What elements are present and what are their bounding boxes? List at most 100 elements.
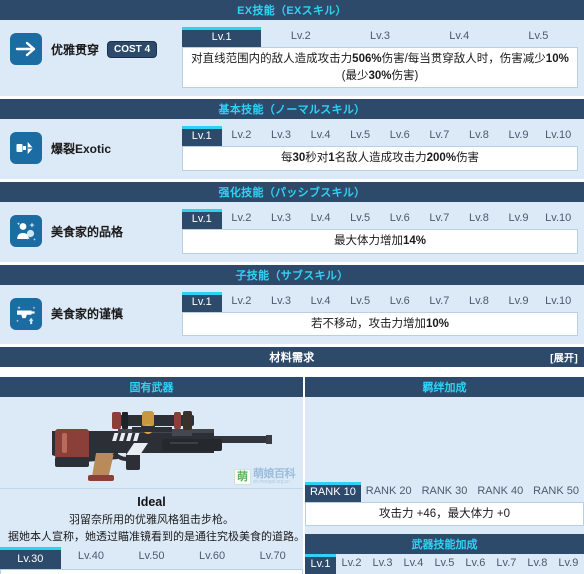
section-title-passive: 强化技能（パッシブスキル） — [218, 187, 366, 200]
level-tabs-sub: Lv.1 Lv.2 Lv.3 Lv.4 Lv.5 Lv.6 Lv.7 Lv.8 Lv.9 Lv.1… — [182, 291, 578, 312]
level-tab-passive-lv-2[interactable]: Lv.2 — [222, 209, 262, 229]
weapon-skill-tab-lv-4[interactable]: Lv.4 — [398, 554, 429, 574]
weapon-level-tab-lv-40[interactable]: Lv.40 — [61, 547, 122, 569]
level-tab-sub-lv-2[interactable]: Lv.2 — [222, 292, 262, 312]
level-tab-sub-lv-8[interactable]: Lv.8 — [459, 292, 499, 312]
weapon-skill-tab-lv-1[interactable]: Lv.1 — [305, 554, 336, 574]
bond-rank-tab-rank-20[interactable]: RANK 20 — [361, 482, 417, 502]
level-tab-passive-lv-1[interactable]: Lv.1 — [182, 209, 222, 230]
weapon-level-tab-lv-60[interactable]: Lv.60 — [182, 547, 243, 569]
level-tab-passive-lv-3[interactable]: Lv.3 — [261, 209, 301, 229]
section-title-ex: EX技能（EXスキル） — [237, 5, 347, 17]
skill-identity-passive: 美食家的品格 — [10, 209, 182, 248]
skill-name-sub: 美食家的谨慎 — [51, 307, 124, 322]
section-header-normal: 基本技能（ノーマルスキル） — [0, 99, 584, 120]
skill-identity-normal: 爆裂Exotic — [10, 126, 182, 165]
skill-row-ex: 优雅贯穿 COST 4 Lv.1 Lv.2 Lv.3 Lv.4 Lv.5 对直线范围内的敌人造… — [0, 20, 584, 97]
weapon-artwork: 萌 萌娘百科 zh.moegirl.org.cn — [0, 397, 303, 490]
material-section-header: 材料需求 [展开] — [0, 347, 584, 368]
weapon-description: 羽留奈所用的优雅风格狙击步枪。 据她本人宣称，她透过瞄准镜看到的是通往究极美食的… — [0, 512, 305, 546]
skill-name-normal: 爆裂Exotic — [51, 141, 112, 156]
level-tab-passive-lv-9[interactable]: Lv.9 — [499, 209, 539, 229]
material-title: 材料需求 — [269, 352, 315, 365]
skill-description-sub: 若不移动，攻击力增加10% — [182, 311, 578, 337]
weapon-column: 固有武器 萌 萌娘百科 zh.moegirl.org.cn Ideal 羽留奈所… — [0, 377, 305, 574]
watermark-url: zh.moegirl.org.cn — [253, 479, 290, 486]
level-tab-ex-lv-3[interactable]: Lv.3 — [340, 27, 419, 47]
skill-icon-wrapper-ex[interactable] — [10, 33, 42, 65]
level-tab-normal-lv-6[interactable]: Lv.6 — [380, 126, 420, 146]
level-tab-normal-lv-1[interactable]: Lv.1 — [182, 126, 222, 147]
section-header-sub: 子技能（サブスキル） — [0, 264, 584, 285]
level-tab-ex-lv-5[interactable]: Lv.5 — [499, 27, 578, 47]
weapon-skill-tab-lv-3[interactable]: Lv.3 — [367, 554, 398, 574]
level-tab-passive-lv-4[interactable]: Lv.4 — [301, 209, 341, 229]
section-title-sub: 子技能（サブスキル） — [235, 269, 349, 282]
level-tab-ex-lv-1[interactable]: Lv.1 — [182, 27, 262, 47]
weapon-level-tab-lv-50[interactable]: Lv.50 — [121, 547, 182, 569]
skill-description-passive: 最大体力增加14% — [182, 229, 578, 254]
level-tab-passive-lv-7[interactable]: Lv.7 — [420, 209, 460, 229]
bond-rank-tabs: RANK 10 RANK 20 RANK 30 RANK 40 RANK 50 — [305, 481, 584, 502]
skill-cost-badge: COST 4 — [107, 40, 158, 58]
level-tab-sub-lv-7[interactable]: Lv.7 — [420, 292, 460, 312]
weapon-skill-tab-lv-9[interactable]: Lv.9 — [553, 554, 584, 574]
pistol-up-icon — [16, 305, 36, 324]
weapon-description-line-1: 羽留奈所用的优雅风格狙击步枪。 — [69, 514, 234, 527]
skills-container: EX技能（EXスキル） 优雅贯穿 COST 4 Lv.1 Lv.2 Lv.3 Lv.4 Lv.… — [0, 0, 584, 348]
level-tab-normal-lv-7[interactable]: Lv.7 — [420, 126, 460, 146]
weapon-skill-header: 武器技能加成 — [305, 534, 584, 555]
bond-rank-tab-rank-30[interactable]: RANK 30 — [417, 482, 473, 502]
weapon-level-strip: Lv.30Lv.40Lv.50Lv.60Lv.70 攻击力 +599，最大体力 … — [0, 546, 303, 574]
weapon-level-tab-lv-70[interactable]: Lv.70 — [242, 547, 303, 569]
weapon-skill-title: 武器技能加成 — [411, 539, 478, 552]
level-tab-sub-lv-9[interactable]: Lv.9 — [499, 292, 539, 312]
weapon-skill-tab-lv-2[interactable]: Lv.2 — [336, 554, 367, 574]
skill-icon-wrapper-sub[interactable] — [10, 297, 42, 330]
skill-icon-wrapper-normal[interactable] — [10, 132, 42, 165]
level-tabs-passive: Lv.1 Lv.2 Lv.3 Lv.4 Lv.5 Lv.6 Lv.7 Lv.8 Lv.9 Lv.1… — [182, 209, 578, 230]
bond-rank-tab-rank-50[interactable]: RANK 50 — [528, 482, 584, 502]
skill-icon-wrapper-passive[interactable] — [10, 215, 42, 248]
weapon-skill-tab-lv-8[interactable]: Lv.8 — [522, 554, 553, 574]
level-tab-normal-lv-10[interactable]: Lv.10 — [538, 126, 578, 146]
level-tab-ex-lv-2[interactable]: Lv.2 — [261, 27, 340, 47]
weapon-level-tab-lv-30[interactable]: Lv.30 — [0, 546, 61, 569]
level-tab-normal-lv-2[interactable]: Lv.2 — [222, 126, 262, 146]
level-tab-passive-lv-8[interactable]: Lv.8 — [459, 209, 499, 229]
weapon-skill-tab-lv-7[interactable]: Lv.7 — [491, 554, 522, 574]
bond-rank-tab-rank-40[interactable]: RANK 40 — [472, 482, 528, 502]
weapon-description-line-2: 据她本人宣称，她透过瞄准镜看到的是通往究极美食的道路。 — [8, 531, 305, 544]
level-tab-normal-lv-3[interactable]: Lv.3 — [261, 126, 301, 146]
skill-description-ex: 对直线范围内的敌人造成攻击力506%伤害/每当贯穿敌人时，伤害减少10%(最少3… — [182, 47, 578, 89]
arrow-right-icon — [15, 41, 36, 57]
material-expand-link[interactable]: [展开] — [550, 350, 578, 365]
burst-speaker-icon — [16, 138, 35, 159]
weapon-skill-tab-lv-5[interactable]: Lv.5 — [429, 554, 460, 574]
skill-levels-ex: Lv.1 Lv.2 Lv.3 Lv.4 Lv.5 对直线范围内的敌人造成攻击力506%伤害… — [182, 27, 578, 89]
skill-levels-normal: Lv.1 Lv.2 Lv.3 Lv.4 Lv.5 Lv.6 Lv.7 Lv.8 Lv.9 Lv.1… — [182, 126, 578, 172]
weapon-skill-tab-lv-6[interactable]: Lv.6 — [460, 554, 491, 574]
watermark: 萌 萌娘百科 zh.moegirl.org.cn — [234, 469, 296, 486]
bond-spacer — [305, 397, 584, 481]
level-tab-normal-lv-9[interactable]: Lv.9 — [499, 126, 539, 146]
level-tabs-normal: Lv.1 Lv.2 Lv.3 Lv.4 Lv.5 Lv.6 Lv.7 Lv.8 Lv.9 Lv.1… — [182, 126, 578, 147]
level-tab-sub-lv-3[interactable]: Lv.3 — [261, 292, 301, 312]
section-header-passive: 强化技能（パッシブスキル） — [0, 182, 584, 203]
level-tab-passive-lv-10[interactable]: Lv.10 — [538, 209, 578, 229]
level-tab-normal-lv-4[interactable]: Lv.4 — [301, 126, 341, 146]
level-tab-sub-lv-1[interactable]: Lv.1 — [182, 291, 222, 312]
skill-row-sub: 美食家的谨慎 Lv.1 Lv.2 Lv.3 Lv.4 Lv.5 Lv.6 Lv.7 Lv.8 Lv… — [0, 284, 584, 345]
level-tab-sub-lv-4[interactable]: Lv.4 — [301, 292, 341, 312]
weapon-level-tabs: Lv.30 Lv.40 Lv.50 Lv.60 Lv.70 — [0, 546, 303, 569]
level-tab-sub-lv-5[interactable]: Lv.5 — [340, 292, 380, 312]
level-tab-passive-lv-6[interactable]: Lv.6 — [380, 209, 420, 229]
level-tab-normal-lv-8[interactable]: Lv.8 — [459, 126, 499, 146]
level-tab-ex-lv-4[interactable]: Lv.4 — [420, 27, 499, 47]
skill-name-passive: 美食家的品格 — [51, 224, 124, 239]
level-tab-passive-lv-5[interactable]: Lv.5 — [340, 209, 380, 229]
level-tab-sub-lv-10[interactable]: Lv.10 — [538, 292, 578, 312]
level-tab-sub-lv-6[interactable]: Lv.6 — [380, 292, 420, 312]
bond-rank-tab-rank-10[interactable]: RANK 10 — [305, 481, 361, 502]
level-tab-normal-lv-5[interactable]: Lv.5 — [340, 126, 380, 146]
